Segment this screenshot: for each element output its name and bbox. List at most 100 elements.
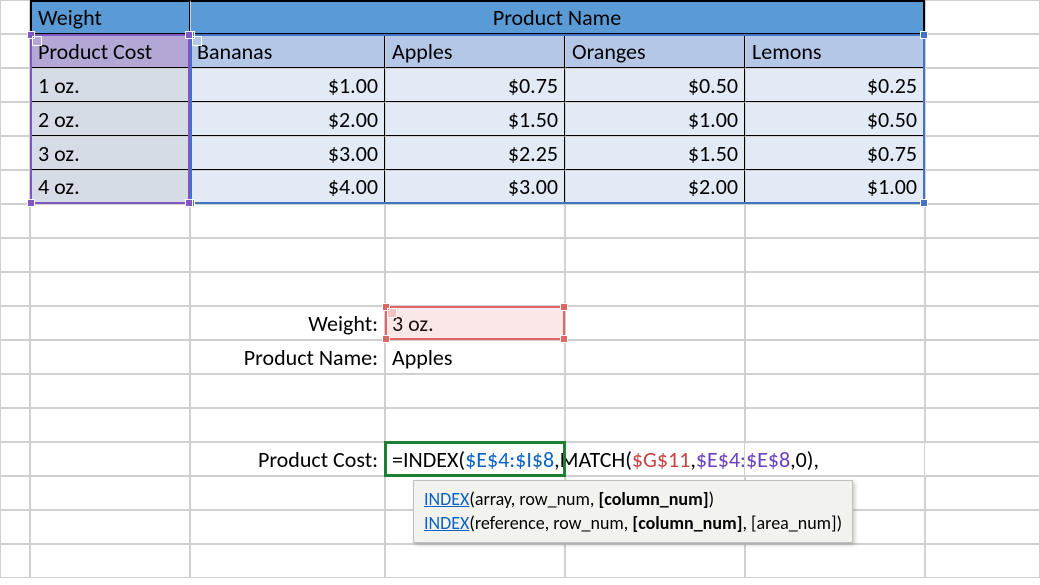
tooltip-sig2[interactable]: INDEX(reference, row_num, [column_num], … xyxy=(424,511,842,535)
blank-cell xyxy=(925,170,1040,204)
col-hdr-3: Lemons xyxy=(745,34,925,68)
price-0-1-text: $0.75 xyxy=(508,72,558,99)
gutter-cell xyxy=(0,476,30,510)
price-2-1: $2.25 xyxy=(385,136,565,170)
blank-cell xyxy=(30,510,190,544)
blank-cell xyxy=(565,374,745,408)
lookup-weight-value[interactable]: 3 oz. xyxy=(385,306,565,340)
blank-cell xyxy=(385,204,565,238)
gutter-cell xyxy=(0,0,30,34)
lookup-name-value[interactable]: Apples xyxy=(385,340,565,374)
header-product-cost-text: Product Cost xyxy=(38,38,152,65)
gutter-cell xyxy=(0,544,30,578)
blank-cell xyxy=(745,272,925,306)
row-hdr-1: 2 oz. xyxy=(30,102,190,136)
blank-cell xyxy=(745,442,925,476)
lookup-cost-label-text: Product Cost: xyxy=(258,446,378,473)
tok-ref-table: $E$4:$I$8 xyxy=(465,446,554,473)
tok-open1: ( xyxy=(458,446,465,473)
row-hdr-0: 1 oz. xyxy=(30,68,190,102)
price-3-0-text: $4.00 xyxy=(328,173,378,200)
lookup-weight-label-text: Weight: xyxy=(308,310,378,337)
blank-cell xyxy=(385,544,565,578)
blank-cell xyxy=(190,476,385,510)
row-hdr-3-text: 4 oz. xyxy=(38,173,80,200)
blank-cell xyxy=(565,544,745,578)
blank-cell xyxy=(925,238,1040,272)
gutter-cell xyxy=(0,340,30,374)
price-2-1-text: $2.25 xyxy=(508,140,558,167)
blank-cell xyxy=(385,374,565,408)
price-2-0-text: $3.00 xyxy=(328,140,378,167)
price-0-0-text: $1.00 xyxy=(328,72,378,99)
tooltip-sig1[interactable]: INDEX(array, row_num, [column_num]) xyxy=(424,487,842,511)
function-tooltip[interactable]: INDEX(array, row_num, [column_num]) INDE… xyxy=(413,480,853,543)
blank-cell xyxy=(925,102,1040,136)
blank-cell xyxy=(925,442,1040,476)
lookup-name-value-text: Apples xyxy=(392,344,452,371)
blank-cell xyxy=(925,408,1040,442)
blank-cell xyxy=(190,374,385,408)
col-hdr-0: Bananas xyxy=(190,34,385,68)
blank-cell xyxy=(190,238,385,272)
gutter-cell xyxy=(0,68,30,102)
blank-cell xyxy=(925,68,1040,102)
gutter-cell xyxy=(0,34,30,68)
row-hdr-1-text: 2 oz. xyxy=(38,106,80,133)
price-1-2-text: $1.00 xyxy=(688,106,738,133)
col-hdr-2-text: Oranges xyxy=(572,38,646,65)
tooltip-s1a: (array, row_num, xyxy=(469,488,598,510)
blank-cell xyxy=(30,238,190,272)
blank-cell xyxy=(565,272,745,306)
blank-cell xyxy=(190,272,385,306)
price-0-0: $1.00 xyxy=(190,68,385,102)
gutter-cell xyxy=(0,204,30,238)
price-0-3-text: $0.25 xyxy=(867,72,917,99)
tok-fn-index: INDEX xyxy=(403,446,458,473)
blank-cell xyxy=(30,442,190,476)
gutter-cell xyxy=(0,238,30,272)
price-0-2: $0.50 xyxy=(565,68,745,102)
blank-cell xyxy=(925,204,1040,238)
header-weight-text: Weight xyxy=(38,4,102,31)
col-hdr-1-text: Apples xyxy=(392,38,452,65)
gutter-cell xyxy=(0,136,30,170)
tooltip-s1b: [column_num] xyxy=(598,488,708,510)
lookup-name-label: Product Name: xyxy=(190,340,385,374)
tok-eq: = xyxy=(392,446,403,473)
blank-cell xyxy=(30,544,190,578)
tooltip-s2a: (reference, row_num, xyxy=(469,512,632,534)
gutter-cell xyxy=(0,408,30,442)
blank-cell xyxy=(745,544,925,578)
blank-cell xyxy=(190,204,385,238)
price-1-3-text: $0.50 xyxy=(867,106,917,133)
col-hdr-0-text: Bananas xyxy=(197,38,272,65)
blank-cell xyxy=(925,510,1040,544)
blank-cell xyxy=(745,374,925,408)
tooltip-fn1[interactable]: INDEX xyxy=(424,488,469,510)
blank-cell xyxy=(30,204,190,238)
row-hdr-0-text: 1 oz. xyxy=(38,72,80,99)
header-weight: Weight xyxy=(30,0,190,34)
price-2-3-text: $0.75 xyxy=(867,140,917,167)
formula-cell[interactable]: =INDEX($E$4:$I$8,MATCH($G$11,$E$4:$E$8,0… xyxy=(385,442,565,476)
tooltip-fn2[interactable]: INDEX xyxy=(424,512,469,534)
tooltip-s2b: [column_num] xyxy=(632,512,742,534)
tooltip-s2c: , [area_num]) xyxy=(742,512,842,534)
row-hdr-2-text: 3 oz. xyxy=(38,140,80,167)
gutter-cell xyxy=(0,374,30,408)
blank-cell xyxy=(925,34,1040,68)
blank-cell xyxy=(190,510,385,544)
price-0-1: $0.75 xyxy=(385,68,565,102)
gutter-cell xyxy=(0,306,30,340)
blank-cell xyxy=(925,0,1040,34)
gutter-cell xyxy=(0,272,30,306)
blank-cell xyxy=(745,238,925,272)
price-2-2-text: $1.50 xyxy=(688,140,738,167)
lookup-weight-value-text: 3 oz. xyxy=(392,310,434,337)
lookup-weight-label: Weight: xyxy=(190,306,385,340)
gutter-cell xyxy=(0,170,30,204)
blank-cell xyxy=(30,306,190,340)
price-1-2: $1.00 xyxy=(565,102,745,136)
blank-cell xyxy=(925,476,1040,510)
